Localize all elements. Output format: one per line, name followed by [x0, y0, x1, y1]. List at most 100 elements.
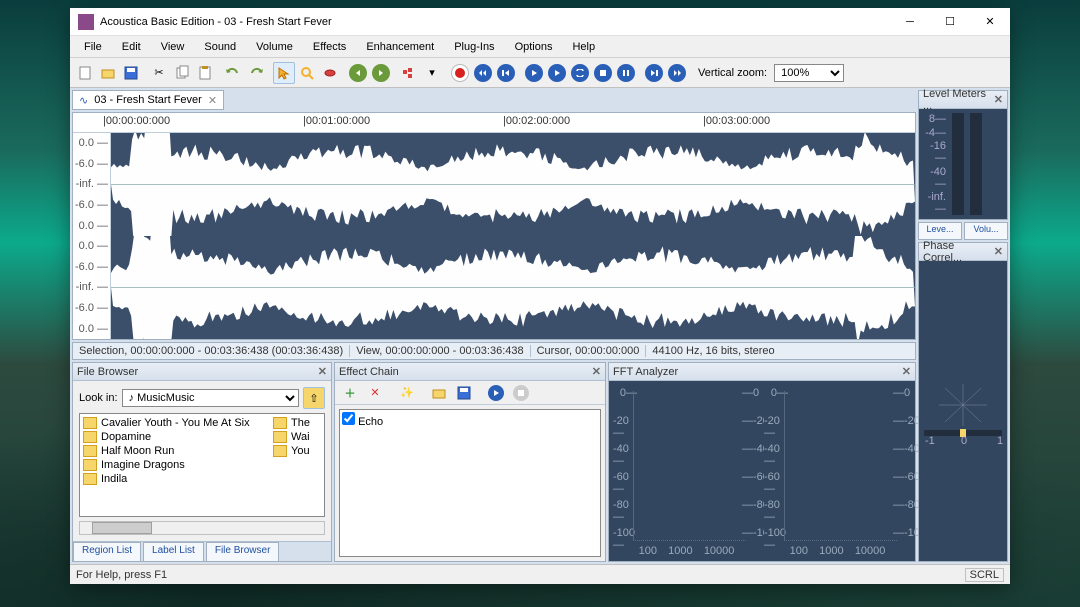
folder-item[interactable]: Wai — [272, 430, 311, 444]
copy-button[interactable] — [171, 62, 193, 84]
open-file-button[interactable] — [97, 62, 119, 84]
edit-effect-button[interactable]: ✨ — [396, 382, 418, 404]
scissors-icon: ✂ — [154, 66, 163, 79]
menu-help[interactable]: Help — [562, 39, 605, 55]
side-tab[interactable]: Volu... — [964, 222, 1008, 240]
scroll-thumb[interactable] — [92, 522, 152, 534]
effect-chain-panel: Effect Chain✕ ＋ ✕ ✨ Echo — [334, 362, 606, 562]
menu-effects[interactable]: Effects — [303, 39, 356, 55]
folder-icon — [83, 445, 97, 457]
folder-item[interactable]: Dopamine — [82, 430, 272, 444]
menu-volume[interactable]: Volume — [246, 39, 303, 55]
folder-icon — [83, 459, 97, 471]
timeline-mark: |00:02:00:000 — [503, 115, 570, 127]
document-tab-label: 03 - Fresh Start Fever — [94, 94, 202, 106]
folder-item[interactable]: Cavalier Youth - You Me At Six — [82, 416, 272, 430]
menu-plug-ins[interactable]: Plug-Ins — [444, 39, 504, 55]
add-effect-button[interactable]: ＋ — [339, 382, 361, 404]
redo-button[interactable] — [245, 62, 267, 84]
close-panel-icon[interactable]: ✕ — [318, 365, 327, 378]
loop-icon — [571, 64, 589, 82]
close-panel-icon[interactable]: ✕ — [994, 93, 1003, 106]
phase-correlation-panel: Phase Correl...✕ -1 0 1 — [918, 242, 1008, 562]
minimize-button[interactable]: ─ — [890, 8, 930, 36]
effect-checkbox[interactable] — [342, 412, 355, 425]
up-folder-button[interactable]: ⇧ — [303, 387, 325, 409]
menu-edit[interactable]: Edit — [112, 39, 151, 55]
paste-button[interactable] — [194, 62, 216, 84]
tab-file-browser[interactable]: File Browser — [206, 542, 280, 561]
pause-button[interactable] — [615, 62, 637, 84]
folder-item[interactable]: You — [272, 444, 311, 458]
close-panel-icon[interactable]: ✕ — [994, 245, 1003, 258]
skip-fwd-button[interactable] — [643, 62, 665, 84]
effect-label: Echo — [358, 416, 383, 428]
rewind-icon — [474, 64, 492, 82]
new-file-button[interactable] — [74, 62, 96, 84]
prev-button[interactable] — [347, 62, 369, 84]
waveform-editor[interactable]: |00:00:00:000|00:01:00:000|00:02:00:000|… — [72, 112, 916, 340]
folder-item[interactable]: Imagine Dragons — [82, 458, 272, 472]
zoom-selection-dropdown[interactable]: ▾ — [421, 62, 443, 84]
zoom-tool-button[interactable] — [296, 62, 318, 84]
side-tab[interactable]: Leve... — [918, 222, 962, 240]
look-in-select[interactable]: ♪ MusicMusic — [122, 389, 299, 407]
timeline-mark: |00:03:00:000 — [703, 115, 770, 127]
folder-item[interactable]: Half Moon Run — [82, 444, 272, 458]
waveform-channel-right[interactable] — [111, 236, 915, 339]
menu-view[interactable]: View — [151, 39, 195, 55]
cut-button[interactable]: ✂ — [148, 62, 170, 84]
menu-options[interactable]: Options — [505, 39, 563, 55]
close-panel-icon[interactable]: ✕ — [902, 365, 911, 378]
preview-play-button[interactable] — [485, 382, 507, 404]
vertical-zoom-select[interactable]: 100% — [774, 64, 844, 82]
stop-icon — [594, 64, 612, 82]
next-button[interactable] — [370, 62, 392, 84]
tab-label-list[interactable]: Label List — [143, 542, 204, 561]
close-tab-icon[interactable]: ✕ — [208, 94, 217, 107]
fast-fwd-button[interactable] — [666, 62, 688, 84]
timeline[interactable]: |00:00:00:000|00:01:00:000|00:02:00:000|… — [73, 113, 915, 133]
level-meters-title: Level Meters ... — [923, 88, 994, 112]
svg-text:1: 1 — [997, 435, 1003, 447]
skip-back-button[interactable] — [495, 62, 517, 84]
zoom-selection-button[interactable] — [398, 62, 420, 84]
pause-icon — [617, 64, 635, 82]
menu-sound[interactable]: Sound — [194, 39, 246, 55]
fft-analyzer-panel: FFT Analyzer✕ 0——0-20——-20-40——-40-60——-… — [608, 362, 916, 562]
close-button[interactable]: ✕ — [970, 8, 1010, 36]
close-panel-icon[interactable]: ✕ — [592, 365, 601, 378]
save-button[interactable] — [120, 62, 142, 84]
scrub-tool-button[interactable] — [319, 62, 341, 84]
stop-button[interactable] — [592, 62, 614, 84]
folder-icon — [83, 473, 97, 485]
undo-button[interactable] — [222, 62, 244, 84]
folder-icon — [83, 417, 97, 429]
preview-stop-button[interactable] — [510, 382, 532, 404]
phase-display: -1 0 1 — [919, 261, 1007, 561]
rewind-button[interactable] — [472, 62, 494, 84]
open-chain-button[interactable] — [428, 382, 450, 404]
amplitude-scale-right: 0.0 —-6.0 —-inf. —-6.0 —0.0 — — [73, 236, 111, 339]
save-chain-button[interactable] — [453, 382, 475, 404]
fft-plot-left: 0——0-20——-20-40——-40-60——-60-80——-80-100… — [613, 385, 760, 557]
menu-file[interactable]: File — [74, 39, 112, 55]
folder-item[interactable]: The — [272, 416, 311, 430]
folder-item[interactable]: Indila — [82, 472, 272, 486]
maximize-button[interactable]: ☐ — [930, 8, 970, 36]
waveform-channel-left[interactable] — [111, 133, 915, 236]
document-tab[interactable]: ∿ 03 - Fresh Start Fever ✕ — [72, 90, 224, 110]
file-list[interactable]: Cavalier Youth - You Me At SixDopamineHa… — [79, 413, 325, 517]
play-button[interactable] — [523, 62, 545, 84]
menu-enhancement[interactable]: Enhancement — [356, 39, 444, 55]
cursor-tool-button[interactable] — [273, 62, 295, 84]
effect-item[interactable]: Echo — [342, 416, 383, 428]
play-loop-button[interactable] — [546, 62, 568, 84]
remove-effect-button[interactable]: ✕ — [364, 382, 386, 404]
effect-list[interactable]: Echo — [339, 409, 601, 557]
horizontal-scrollbar[interactable] — [79, 521, 325, 535]
loop-button[interactable] — [569, 62, 591, 84]
record-button[interactable] — [449, 62, 471, 84]
x-icon: ✕ — [370, 386, 379, 399]
tab-region-list[interactable]: Region List — [73, 542, 141, 561]
